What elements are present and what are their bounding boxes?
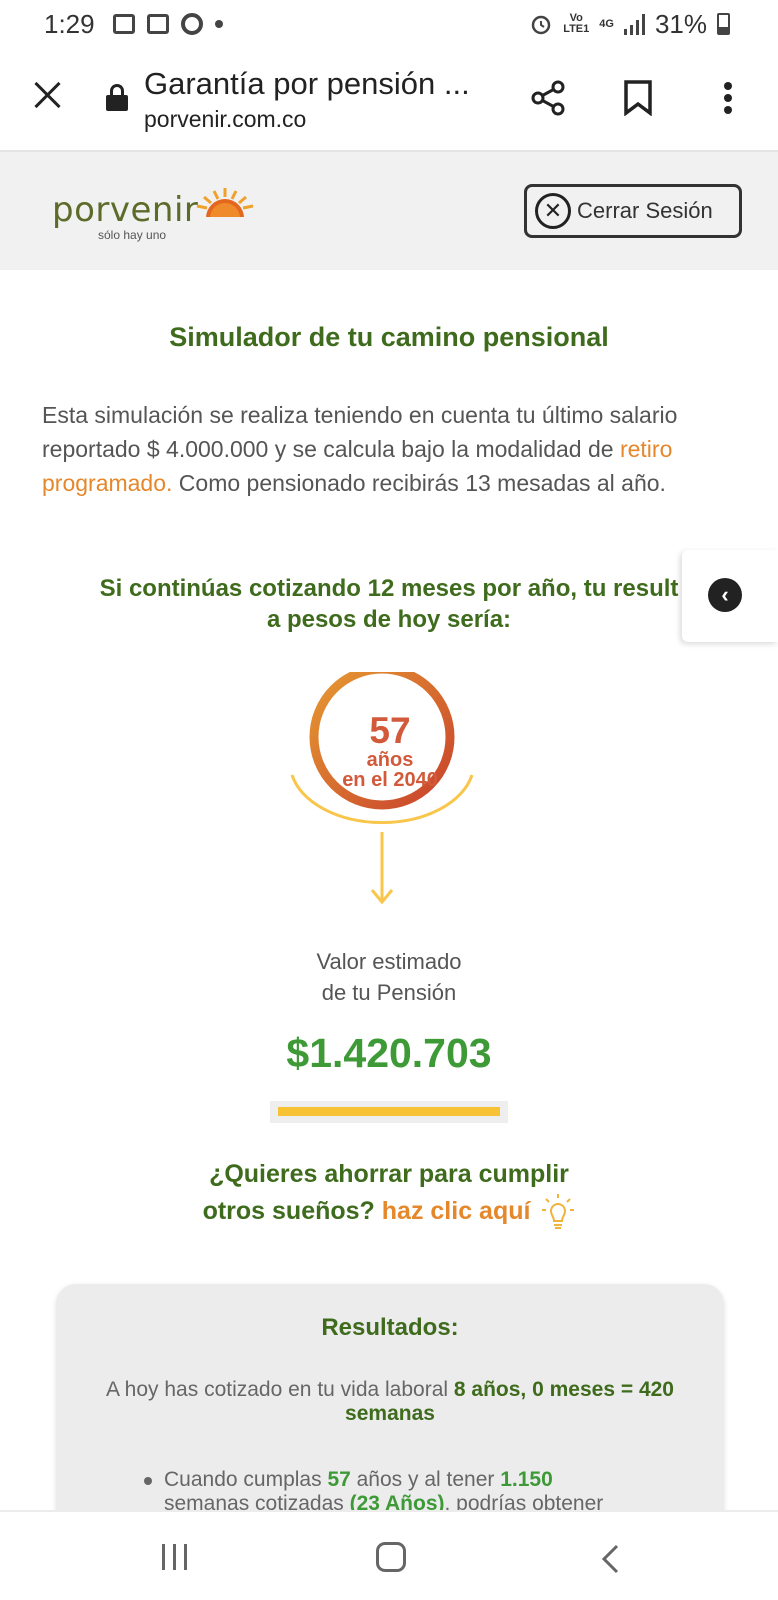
logout-label: Cerrar Sesión bbox=[577, 198, 713, 223]
notification-icons bbox=[112, 13, 223, 35]
savings-cta: ¿Quieres ahorrar para cumplir otros sueñ… bbox=[0, 1156, 778, 1231]
more-vert-icon[interactable] bbox=[708, 78, 748, 118]
simulator-title: Simulador de tu camino pensional bbox=[169, 322, 609, 352]
porvenir-logo[interactable]: porvenir sólo hay uno bbox=[52, 190, 198, 242]
gauge-age-label: 57 años en el 2040 bbox=[342, 710, 438, 791]
more-notifications-icon bbox=[214, 20, 223, 28]
bookmark-icon[interactable] bbox=[618, 78, 658, 118]
result-subheading: Si continúas cotizando 12 meses por año,… bbox=[99, 575, 679, 633]
results-title: Resultados: bbox=[321, 1314, 459, 1341]
recent-apps-icon[interactable] bbox=[162, 1544, 187, 1570]
lock-icon[interactable] bbox=[106, 84, 128, 111]
side-panel-toggle[interactable]: ‹ bbox=[682, 550, 778, 642]
back-icon[interactable] bbox=[600, 1544, 620, 1574]
close-circle-icon: ✕ bbox=[535, 193, 571, 229]
browser-toolbar: Garantía por pensión ... porvenir.com.co bbox=[0, 48, 778, 152]
sun-logo-icon bbox=[196, 188, 254, 222]
click-here-link[interactable]: haz clic aquí bbox=[382, 1197, 531, 1225]
site-header: porvenir sólo hay uno ✕ Cerrar Sesión bbox=[0, 152, 778, 270]
pension-progress-fill bbox=[278, 1107, 500, 1116]
status-bar: 1:29 Vo LTE1 4G 31% bbox=[0, 0, 778, 48]
results-summary: A hoy has cotizado en tu vida laboral 8 … bbox=[106, 1378, 674, 1425]
network-gen: 4G bbox=[599, 17, 614, 30]
battery-icon bbox=[717, 13, 730, 35]
estimated-pension-amount: $1.420.703 bbox=[286, 1030, 492, 1076]
url-domain[interactable]: porvenir.com.co bbox=[144, 106, 306, 133]
close-icon[interactable] bbox=[30, 78, 64, 112]
chevron-left-icon: ‹ bbox=[708, 578, 742, 612]
status-right: Vo LTE1 4G 31% bbox=[529, 0, 730, 48]
signal-icon bbox=[623, 13, 645, 35]
logout-button[interactable]: ✕ Cerrar Sesión bbox=[524, 184, 742, 238]
simulation-description: Esta simulación se realiza teniendo en c… bbox=[42, 402, 678, 496]
results-bullet: Cuando cumplas 57 años y al tener 1.150 … bbox=[144, 1468, 684, 1516]
lightbulb-icon bbox=[542, 1194, 575, 1230]
pension-progress-bar bbox=[270, 1101, 508, 1123]
share-icon[interactable] bbox=[528, 78, 568, 118]
gallery-notification-icon bbox=[112, 14, 135, 34]
home-icon[interactable] bbox=[376, 1542, 406, 1572]
battery-percent: 31% bbox=[654, 8, 707, 39]
system-nav-bar bbox=[0, 1510, 778, 1600]
volte-indicator: Vo LTE1 bbox=[563, 12, 590, 35]
chrome-notification-icon bbox=[180, 13, 203, 35]
news-notification-icon bbox=[146, 14, 169, 34]
estimated-pension-label: Valor estimado de tu Pensión bbox=[316, 949, 462, 1005]
page-title[interactable]: Garantía por pensión ... bbox=[144, 66, 470, 102]
alarm-icon bbox=[531, 15, 551, 35]
status-time: 1:29 bbox=[44, 8, 95, 39]
